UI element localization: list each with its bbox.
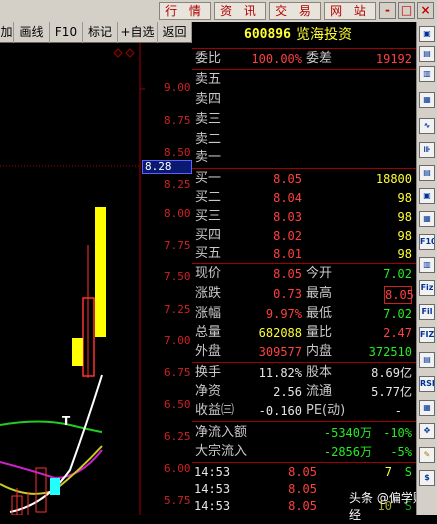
fund-row-turnover: 换手 11.82% 股本 8.69亿: [195, 365, 412, 380]
y-tick: 6.50: [164, 398, 191, 411]
toolbar-icon[interactable]: ▦: [419, 92, 435, 108]
dollar-icon[interactable]: $: [419, 470, 435, 486]
stock-name: 览海投资: [296, 27, 352, 43]
flow-row-net: 净流入额 -5340万 -10%: [195, 425, 412, 440]
y-tick: 6.00: [164, 462, 191, 475]
flow-row-block: 大宗流入 -2856万 -5%: [195, 444, 412, 459]
diamond-marker-icon: [125, 48, 135, 58]
tick-row: 14:53 8.05 7 S: [194, 465, 412, 479]
menu-website[interactable]: 网 站: [324, 2, 376, 20]
fiz2-icon[interactable]: FIZ: [419, 327, 435, 343]
fiz-icon[interactable]: Fiz: [419, 280, 435, 296]
candle-limit-up: [95, 207, 106, 337]
line-chart-icon[interactable]: ∿: [419, 118, 435, 134]
sell-level-2[interactable]: 卖二: [192, 130, 416, 150]
pen-icon[interactable]: ✎: [419, 447, 435, 463]
y-tick: 6.75: [164, 366, 191, 379]
toolbar-add[interactable]: 加: [0, 22, 14, 43]
toolbar-f10[interactable]: F10: [50, 22, 83, 43]
toolbar-icon[interactable]: ▥: [419, 257, 435, 273]
maximize-button[interactable]: □: [398, 2, 415, 19]
toolbar-icon[interactable]: ▣: [419, 26, 435, 42]
stock-code: 600896: [244, 27, 291, 42]
diamond-marker-icon: [113, 48, 123, 58]
buy-level-1[interactable]: 买一 8.05 18800: [192, 169, 416, 189]
toolbar-mark[interactable]: 标记: [83, 22, 118, 43]
order-ratio-row: 委比 100.00% 委差 19192: [192, 49, 416, 69]
rsi-icon[interactable]: RSI: [419, 376, 435, 392]
move-icon[interactable]: ✥: [419, 423, 435, 439]
order-diff-value: 19192: [375, 52, 412, 66]
y-tick: 5.75: [164, 494, 191, 507]
order-ratio-value: 100.00%: [251, 52, 302, 66]
toolbar-add-favorite[interactable]: +自选: [118, 22, 158, 43]
menu-news[interactable]: 资 讯: [214, 2, 266, 20]
quote-row-outer-inner: 外盘 309577 内盘 372510: [195, 344, 412, 359]
buy-level-4[interactable]: 买四 8.02 98: [192, 226, 416, 246]
fund-row-eps: 收益㈢ -0.160 PE(动) -: [195, 403, 402, 418]
current-price-tag: 8.28: [142, 160, 192, 174]
toolbar-icon[interactable]: ▦: [419, 211, 435, 227]
ma-line-magenta: [0, 449, 103, 480]
quote-row-change: 涨跌 0.73 最高 8.05: [195, 286, 414, 304]
toolbar-icon[interactable]: ▣: [419, 188, 435, 204]
y-tick: 9.00: [164, 81, 191, 94]
menu-trade[interactable]: 交 易: [269, 2, 321, 20]
quote-row-pct: 涨幅 9.97% 最低 7.02: [195, 306, 412, 321]
quote-row-price: 现价 8.05 今开 7.02: [192, 264, 416, 284]
candle-down: [50, 478, 60, 495]
y-tick: 7.00: [164, 334, 191, 347]
fil-icon[interactable]: Fil: [419, 304, 435, 320]
sell-level-1[interactable]: 卖一: [192, 148, 416, 168]
right-toolbar: ▣ ▤ ▥ ▦ ∿ ⊪ ▤ ▣ ▦ F10 ▥ Fiz Fil FIZ ▤ RS…: [416, 22, 437, 515]
buy-level-5[interactable]: 买五 8.01 98: [192, 244, 416, 264]
toolbar-icon[interactable]: ▦: [419, 400, 435, 416]
toolbar-icon[interactable]: ▤: [419, 165, 435, 181]
y-tick: 7.25: [164, 303, 191, 316]
y-tick: 6.25: [164, 430, 191, 443]
y-tick: 8.75: [164, 114, 191, 127]
y-tick: 7.75: [164, 239, 191, 252]
stock-header: 600896 览海投资: [192, 25, 416, 47]
chart-marker-t: T: [62, 414, 71, 428]
buy-level-3[interactable]: 买三 8.03 98: [192, 207, 416, 227]
toolbar-back[interactable]: 返回: [158, 22, 192, 43]
f10-icon[interactable]: F10: [419, 234, 435, 250]
y-tick: 8.00: [164, 207, 191, 220]
toolbar-icon[interactable]: ▤: [419, 46, 435, 62]
toolbar-icon[interactable]: ▤: [419, 352, 435, 368]
y-tick: 8.50: [164, 146, 191, 159]
current-price: 8.05: [273, 267, 302, 281]
fund-row-nav: 净资 2.56 流通 5.77亿: [195, 384, 412, 399]
quote-row-volume: 总量 682088 量比 2.47: [195, 325, 412, 340]
buy-level-2[interactable]: 买二 8.04 98: [192, 188, 416, 208]
candle-limit-up: [72, 338, 83, 366]
sell-level-3[interactable]: 卖三: [192, 110, 416, 130]
close-button[interactable]: ×: [417, 2, 434, 19]
y-tick: 7.50: [164, 270, 191, 283]
high-price-box: 8.05: [384, 286, 414, 304]
quote-panel: 600896 览海投资 委比 100.00% 委差 19192 卖五 卖四 卖三…: [192, 22, 416, 515]
y-tick: 8.25: [164, 178, 191, 191]
toolbar-draw-line[interactable]: 画线: [14, 22, 50, 43]
kline-icon[interactable]: ⊪: [419, 142, 435, 158]
minimize-button[interactable]: -: [379, 2, 396, 19]
sell-level-4[interactable]: 卖四: [192, 90, 416, 110]
toolbar-icon[interactable]: ▥: [419, 66, 435, 82]
menu-market[interactable]: 行 情: [159, 2, 211, 20]
sell-level-5[interactable]: 卖五: [192, 70, 416, 90]
